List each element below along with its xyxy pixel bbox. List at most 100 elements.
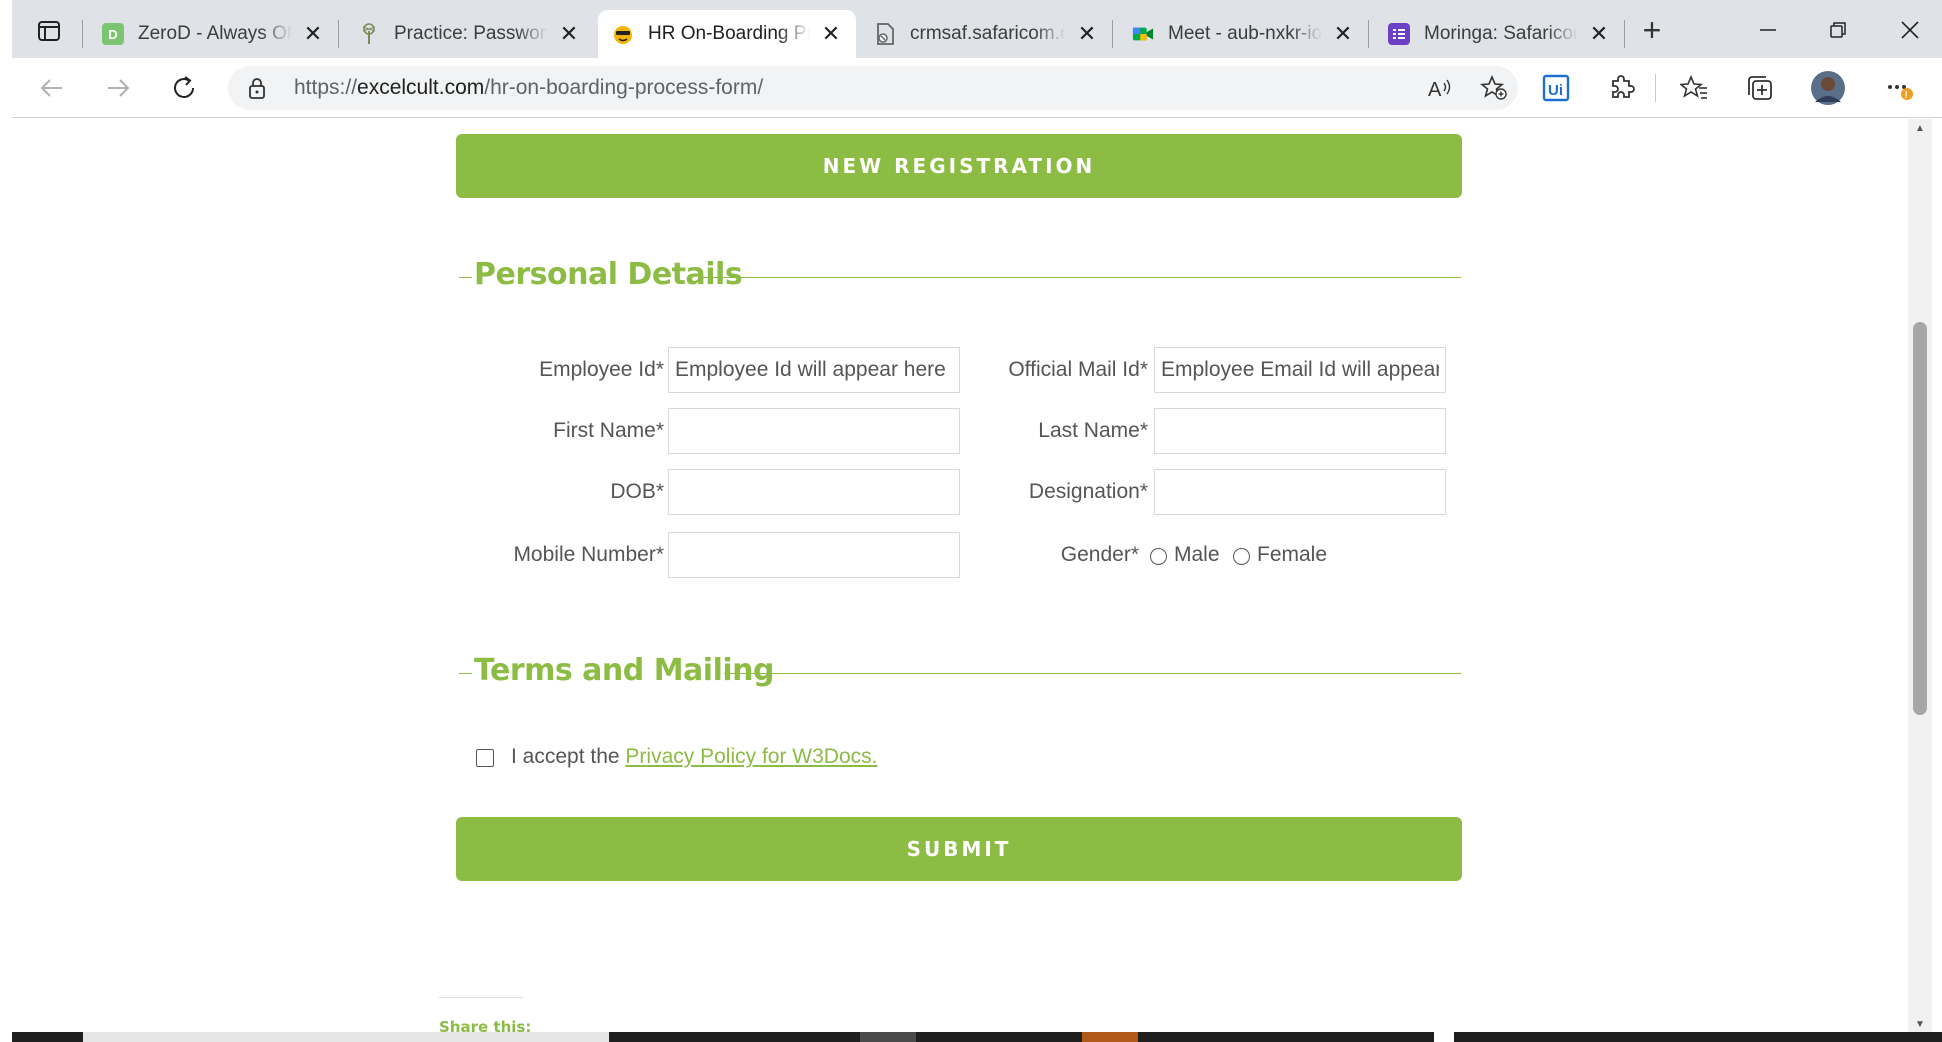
last-name-input[interactable]	[1154, 408, 1446, 454]
tab-meet[interactable]: Meet - aub-nxkr-iow ✕	[1118, 10, 1368, 58]
excelcult-icon	[612, 23, 634, 45]
read-aloud-icon[interactable]: A	[1422, 70, 1458, 106]
page-scrollbar[interactable]: ▲ ▼	[1908, 119, 1932, 1036]
gender-male-label: Male	[1174, 543, 1220, 566]
close-icon[interactable]: ✕	[558, 21, 580, 46]
tab-separator	[1624, 20, 1625, 48]
tab-hr-onboarding[interactable]: HR On-Boarding Process Form ✕	[598, 10, 856, 58]
gender-label: Gender*	[1060, 543, 1139, 566]
tab-zerod[interactable]: D ZeroD - Always ON ✕	[88, 10, 338, 58]
designation-input[interactable]	[1154, 469, 1446, 515]
settings-more-icon[interactable]: !	[1882, 70, 1918, 106]
meet-icon	[1132, 23, 1154, 45]
url-text[interactable]: https://excelcult.com/hr-on-boarding-pro…	[294, 76, 763, 100]
terms-legend: Terms and Mailing	[459, 653, 1461, 693]
personal-details-heading: Personal Details	[474, 257, 743, 292]
dob-input[interactable]	[668, 469, 960, 515]
accept-terms-checkbox[interactable]	[476, 749, 494, 767]
forward-button[interactable]	[100, 70, 136, 106]
close-icon[interactable]: ✕	[820, 21, 842, 46]
new-registration-button[interactable]: NEW REGISTRATION	[456, 134, 1462, 198]
tab-actions-icon[interactable]	[34, 16, 64, 46]
close-window-button[interactable]	[1890, 14, 1930, 46]
tab-moringa[interactable]: Moringa: Safaricom ✕	[1374, 10, 1624, 58]
minimize-button[interactable]	[1748, 14, 1788, 46]
legend-line	[698, 277, 1461, 278]
lock-icon[interactable]	[248, 77, 266, 104]
close-icon[interactable]: ✕	[1076, 21, 1098, 46]
terms-prefix: I accept the	[511, 745, 620, 768]
employee-id-label: Employee Id*	[539, 358, 664, 381]
legend-line	[724, 673, 1461, 674]
mobile-number-label: Mobile Number*	[513, 543, 664, 566]
mobile-number-input[interactable]	[668, 532, 960, 578]
gender-male-radio[interactable]	[1150, 548, 1167, 565]
url-path: /hr-on-boarding-process-form/	[484, 76, 764, 99]
new-tab-button[interactable]: +	[1636, 14, 1668, 48]
tab-crmsaf[interactable]: crmsaf.safaricom.co.ke ✕	[860, 10, 1112, 58]
browser-window: D ZeroD - Always ON ✕ Practice: Password…	[0, 0, 1942, 1042]
taskbar-app[interactable]	[860, 1032, 916, 1042]
tab-separator	[1368, 20, 1369, 48]
submit-button[interactable]: SUBMIT	[456, 817, 1462, 881]
favorites-icon[interactable]	[1676, 70, 1712, 106]
first-name-input[interactable]	[668, 408, 960, 454]
url-scheme: https://	[294, 76, 358, 99]
svg-text:Ui: Ui	[1548, 82, 1563, 99]
toolbar-separator	[1655, 74, 1656, 102]
official-mail-label: Official Mail Id*	[1008, 358, 1148, 381]
favorite-add-icon[interactable]	[1476, 70, 1512, 106]
tab-title: Meet - aub-nxkr-iow	[1168, 23, 1322, 44]
forms-icon	[1388, 23, 1410, 45]
refresh-button[interactable]	[166, 70, 202, 106]
taskbar-strip	[12, 1032, 1942, 1042]
tab-separator	[1112, 20, 1113, 48]
svg-text:A: A	[1428, 79, 1442, 99]
document-icon	[874, 23, 896, 45]
taskbar-search-box[interactable]	[83, 1032, 609, 1042]
uipath-extension-icon[interactable]: Ui	[1538, 70, 1574, 106]
tab-title: Practice: Password Cracking	[394, 23, 548, 44]
taskbar-gap	[1434, 1032, 1454, 1042]
legend-line	[459, 673, 472, 674]
back-button[interactable]	[34, 70, 70, 106]
svg-text:!: !	[1905, 90, 1908, 101]
zerod-icon: D	[102, 23, 124, 45]
last-name-label: Last Name*	[1038, 419, 1148, 442]
scroll-thumb[interactable]	[1913, 322, 1927, 715]
scroll-down-arrow[interactable]: ▼	[1914, 1019, 1926, 1031]
official-mail-input[interactable]	[1154, 347, 1446, 393]
legend-line	[459, 277, 472, 278]
restore-button[interactable]	[1818, 14, 1858, 46]
dob-label: DOB*	[610, 480, 664, 503]
profile-avatar[interactable]	[1808, 68, 1848, 108]
tab-strip: D ZeroD - Always ON ✕ Practice: Password…	[12, 0, 1942, 58]
gender-female-radio[interactable]	[1233, 548, 1250, 565]
share-divider	[439, 997, 523, 998]
browser-toolbar: https://excelcult.com/hr-on-boarding-pro…	[12, 58, 1942, 118]
privacy-policy-link[interactable]: Privacy Policy for W3Docs.	[625, 745, 877, 768]
extensions-icon[interactable]	[1604, 70, 1640, 106]
personal-details-legend: Personal Details	[459, 257, 1461, 297]
employee-id-input[interactable]	[668, 347, 960, 393]
url-host: excelcult.com	[357, 76, 485, 99]
tab-title: HR On-Boarding Process Form	[648, 23, 810, 44]
tab-separator	[338, 20, 339, 48]
close-icon[interactable]: ✕	[1332, 21, 1354, 46]
tab-practice-password[interactable]: Practice: Password Cracking ✕	[344, 10, 594, 58]
close-icon[interactable]: ✕	[302, 21, 324, 46]
tab-title: crmsaf.safaricom.co.ke	[910, 23, 1066, 44]
terms-text: I accept the Privacy Policy for W3Docs.	[511, 745, 877, 769]
scroll-up-arrow[interactable]: ▲	[1914, 123, 1926, 135]
taskbar-app[interactable]	[1082, 1032, 1138, 1042]
collections-icon[interactable]	[1742, 70, 1778, 106]
designation-label: Designation*	[1028, 480, 1148, 503]
first-name-label: First Name*	[553, 419, 664, 442]
terms-heading: Terms and Mailing	[474, 653, 774, 688]
address-bar[interactable]: https://excelcult.com/hr-on-boarding-pro…	[228, 66, 1518, 110]
tab-separator	[82, 20, 83, 48]
close-icon[interactable]: ✕	[1588, 21, 1610, 46]
page-content: NEW REGISTRATION Personal Details Employ…	[12, 119, 1912, 1042]
tab-title: Moringa: Safaricom	[1424, 23, 1578, 44]
gender-female-label: Female	[1257, 543, 1328, 566]
